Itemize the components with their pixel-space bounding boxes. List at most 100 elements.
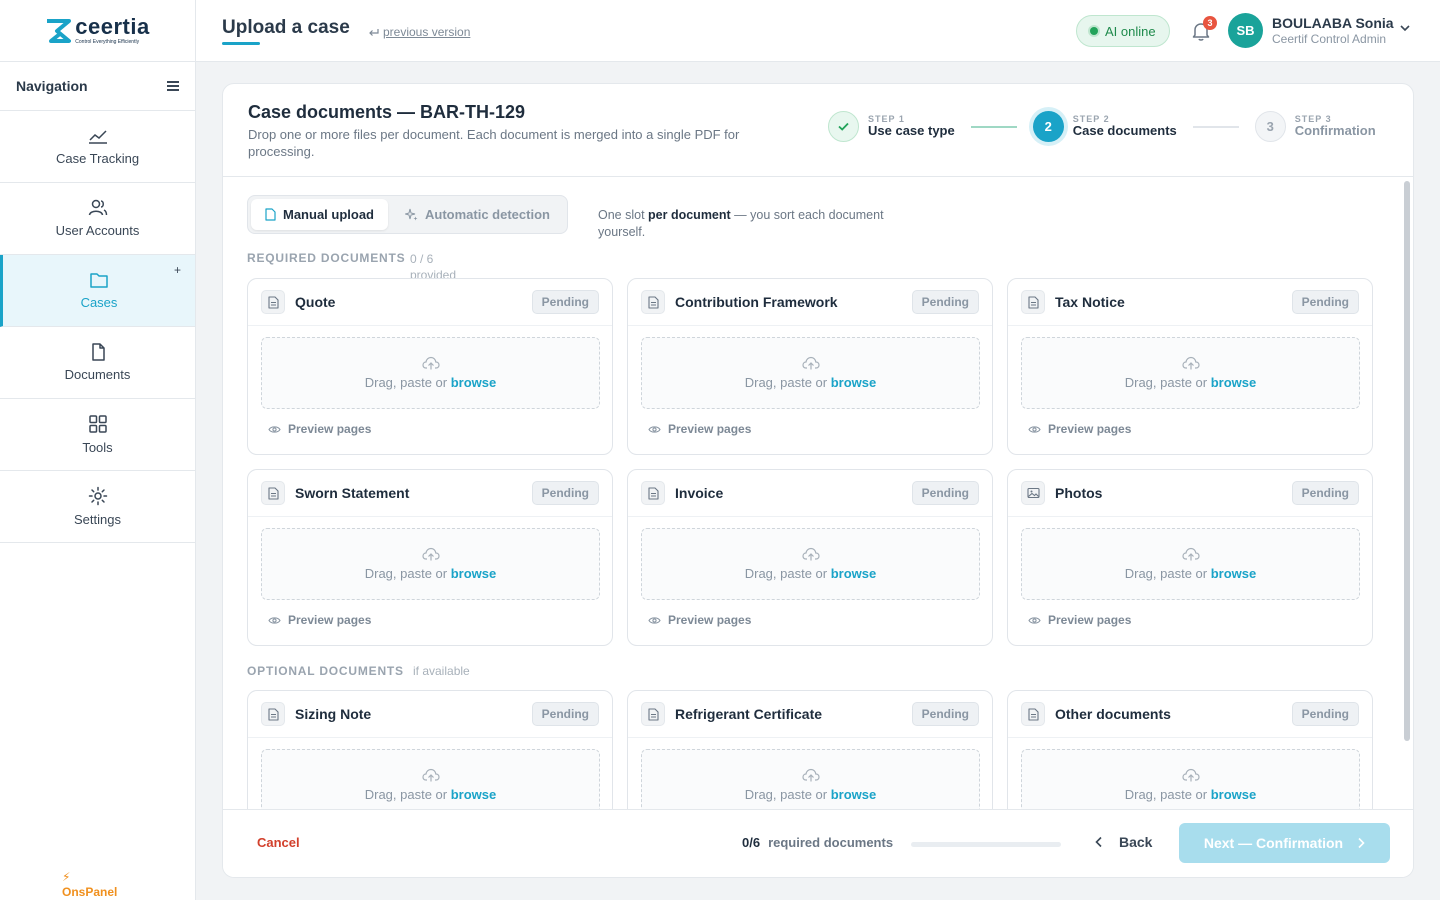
logo[interactable]: ceertia Control Everything Efficiently [0,0,195,62]
sidebar-item-cases[interactable]: + Cases [0,255,195,327]
document-icon [1021,290,1045,314]
browse-link[interactable]: browse [831,375,877,390]
document-slot-tax-notice: Tax Notice Pending Drag, paste or browse Pr… [1007,278,1373,455]
optional-section-label: OPTIONAL DOCUMENTS [247,664,404,678]
automatic-detection-button[interactable]: Automatic detection [391,199,564,230]
preview-pages-button[interactable]: Preview pages [268,613,371,627]
eye-icon [648,616,661,624]
dropzone-text: Drag, paste or browse [364,375,497,390]
sidebar-item-case-tracking[interactable]: Case Tracking [0,111,195,183]
sidebar-item-label: Settings [74,512,121,527]
upload-cloud-icon [421,356,440,370]
document-slot-invoice: Invoice Pending Drag, paste or browse Previ… [627,469,993,646]
card-subtitle: Drop one or more files per document. Eac… [248,127,740,159]
dropzone-text: Drag, paste or browse [1124,566,1257,581]
eye-icon [1028,616,1041,624]
add-case-icon[interactable]: + [174,263,181,277]
preview-pages-button[interactable]: Preview pages [1028,613,1131,627]
sidebar-item-user-accounts[interactable]: User Accounts [0,183,195,255]
sidebar: ceertia Control Everything Efficiently N… [0,0,196,900]
browse-link[interactable]: browse [451,787,497,802]
user-name[interactable]: BOULAABA Sonia [1272,15,1394,31]
required-count-label: required documents [768,835,894,850]
slot-title: Contribution Framework [675,294,838,310]
document-slot-quote: Quote Pending Drag, paste or browse Preview… [247,278,613,455]
sidebar-item-label: Cases [80,295,118,310]
dropzone-text: Drag, paste or browse [744,566,877,581]
preview-pages-button[interactable]: Preview pages [268,422,371,436]
slot-header: Sizing Note Pending [248,691,612,738]
onspanel-label: OnsPanel [62,885,118,899]
slot-header: Refrigerant Certificate Pending [628,691,992,738]
dropzone[interactable]: Drag, paste or browse [1021,528,1360,600]
sidebar-item-tools[interactable]: Tools [0,399,195,471]
slot-title: Other documents [1055,706,1171,722]
status-badge: Pending [1291,290,1359,314]
dropzone[interactable]: Drag, paste or browse [261,337,600,409]
slot-header: Photos Pending [1008,470,1372,517]
browse-link[interactable]: browse [831,566,877,581]
dropzone[interactable]: Drag, paste or browse [261,749,600,811]
step-number: 2 [1032,111,1064,142]
cancel-button[interactable]: Cancel [257,835,300,850]
logo-icon [47,18,72,43]
preview-pages-label: Preview pages [1048,613,1132,627]
chart-line-icon [88,130,107,144]
browse-link[interactable]: browse [451,375,497,390]
preview-pages-button[interactable]: Preview pages [1028,422,1131,436]
dropzone-text: Drag, paste or browse [364,566,497,581]
scrollbar[interactable] [1404,181,1410,741]
dropzone-text: Drag, paste or browse [1124,787,1257,802]
preview-pages-button[interactable]: Preview pages [648,422,751,436]
step-3: 3 STEP 3 Confirmation [1254,111,1376,142]
dropzone[interactable]: Drag, paste or browse [1021,337,1360,409]
dropzone[interactable]: Drag, paste or browse [1021,749,1360,811]
dropzone[interactable]: Drag, paste or browse [641,749,980,811]
dropzone[interactable]: Drag, paste or browse [641,337,980,409]
browse-link[interactable]: browse [1211,787,1257,802]
status-badge: Pending [911,481,979,505]
logo-name: ceertia [75,14,150,39]
browse-link[interactable]: browse [451,566,497,581]
eye-icon [268,425,281,433]
eye-icon [1028,425,1041,433]
upload-cloud-icon [421,547,440,561]
next-confirmation-button[interactable]: Next — Confirmation [1179,823,1390,863]
document-slot-other-documents: Other documents Pending Drag, paste or bro… [1007,690,1373,811]
user-role: Ceertif Control Admin [1272,32,1387,46]
grid-icon [88,415,107,433]
browse-link[interactable]: browse [831,787,877,802]
browse-link[interactable]: browse [1211,566,1257,581]
title-underline [222,42,260,45]
browse-link[interactable]: browse [1211,375,1257,390]
slot-title: Sizing Note [295,706,372,722]
sidebar-item-documents[interactable]: Documents [0,327,195,399]
slot-title: Refrigerant Certificate [675,706,823,722]
previous-version-link[interactable]: previous version [368,25,470,39]
gear-icon [88,486,107,506]
dropzone[interactable]: Drag, paste or browse [641,528,980,600]
preview-pages-button[interactable]: Preview pages [648,613,751,627]
onspanel-brand[interactable]: ⚡ OnsPanel [62,870,117,900]
sidebar-item-settings[interactable]: Settings [0,471,195,543]
menu-icon[interactable] [167,81,179,91]
status-badge: Pending [911,702,979,726]
step-1[interactable]: STEP 1 Use case type [828,111,955,142]
avatar[interactable]: SB [1228,13,1263,48]
back-button[interactable]: Back [1095,834,1152,850]
ai-status-label: AI online [1105,23,1156,39]
upload-cloud-icon [1181,356,1200,370]
dropzone[interactable]: Drag, paste or browse [261,528,600,600]
document-icon [641,290,665,314]
slot-header: Contribution Framework Pending [628,279,992,326]
step-2: 2 STEP 2 Case documents [1032,111,1177,142]
document-icon [1021,702,1045,726]
manual-upload-button[interactable]: Manual upload [251,199,388,230]
eye-icon [648,425,661,433]
chevron-down-icon[interactable] [1399,22,1411,34]
required-progress-text: 0/6 required documents [742,835,893,850]
progress-bar [911,842,1061,847]
status-badge: Pending [531,481,599,505]
slot-header: Invoice Pending [628,470,992,517]
step-connector [1192,125,1239,128]
